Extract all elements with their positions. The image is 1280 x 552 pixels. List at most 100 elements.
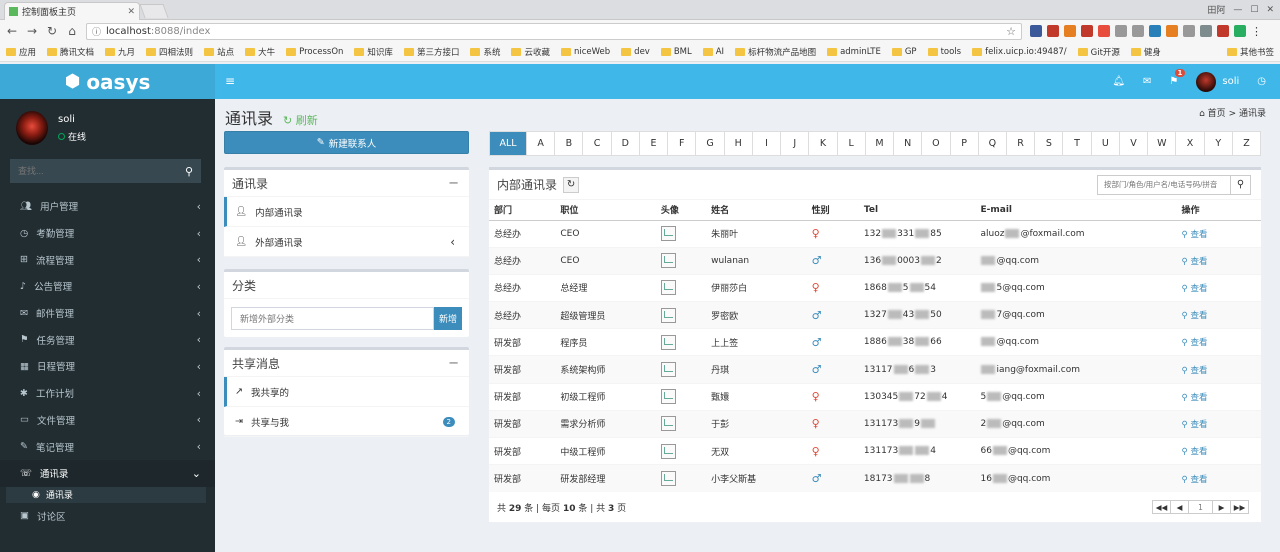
- view-link[interactable]: ⚲ 查看: [1182, 475, 1208, 485]
- letter-filter-y[interactable]: Y: [1205, 132, 1233, 155]
- letter-filter-c[interactable]: C: [583, 132, 612, 155]
- bookmark-item[interactable]: 腾讯文档: [47, 46, 94, 58]
- extension-icon[interactable]: [1132, 25, 1144, 37]
- extension-icon[interactable]: [1064, 25, 1076, 37]
- shared-with-me-item[interactable]: ⇥ 共享与我 2: [224, 407, 469, 437]
- sidebar-item[interactable]: ▦ 日程管理 ‹: [0, 353, 215, 380]
- collapse-icon[interactable]: −: [448, 176, 459, 191]
- letter-filter-n[interactable]: N: [894, 132, 923, 155]
- close-icon[interactable]: ✕: [127, 7, 135, 17]
- sidebar-item[interactable]: ♪ 公告管理 ‹: [0, 273, 215, 300]
- letter-filter-z[interactable]: Z: [1233, 132, 1260, 155]
- minimize-icon[interactable]: —: [1233, 5, 1242, 15]
- sidebar-item[interactable]: 👥︎ 用户管理 ‹: [0, 193, 215, 220]
- menu-icon[interactable]: ⋮: [1251, 25, 1262, 38]
- bookmark-item[interactable]: tools: [927, 47, 961, 57]
- bookmark-item[interactable]: ProcessOn: [286, 47, 343, 57]
- bookmark-item[interactable]: 站点: [204, 46, 234, 58]
- extension-icon[interactable]: [1166, 25, 1178, 37]
- extension-icon[interactable]: [1047, 25, 1059, 37]
- home-icon[interactable]: ⌂: [66, 24, 78, 38]
- letter-filter-q[interactable]: Q: [979, 132, 1007, 155]
- profile-name[interactable]: 田阿: [1207, 3, 1225, 16]
- sidebar-item[interactable]: ✎ 笔记管理 ‹: [0, 433, 215, 460]
- bookmark-item[interactable]: 云收藏: [511, 46, 550, 58]
- external-addrbook-item[interactable]: 👤︎ 外部通讯录 ‹: [224, 227, 469, 257]
- extension-icon[interactable]: [1115, 25, 1127, 37]
- sidebar-search-input[interactable]: [18, 166, 185, 176]
- prev-page-icon[interactable]: ◀: [1170, 500, 1189, 514]
- url-field[interactable]: ⓘ localhost:8088/index ☆: [86, 22, 1022, 40]
- bookmark-item[interactable]: BML: [660, 47, 692, 57]
- envelope-icon[interactable]: ✉: [1143, 76, 1151, 87]
- bookmark-item[interactable]: 知识库: [354, 46, 393, 58]
- maximize-icon[interactable]: ☐: [1250, 5, 1258, 15]
- letter-filter-x[interactable]: X: [1176, 132, 1205, 155]
- flag-icon[interactable]: ⚑ 1: [1169, 69, 1186, 87]
- letter-filter-h[interactable]: H: [725, 132, 753, 155]
- extension-icon[interactable]: [1081, 25, 1093, 37]
- internal-addrbook-item[interactable]: 👤︎ 内部通讯录: [224, 197, 469, 227]
- logo[interactable]: ⬢ oasys: [0, 64, 215, 99]
- letter-filter-m[interactable]: M: [866, 132, 895, 155]
- new-contact-button[interactable]: ✎ 新建联系人: [224, 131, 469, 154]
- add-category-button[interactable]: 新增: [434, 307, 462, 330]
- category-input[interactable]: [231, 307, 434, 330]
- letter-filter-l[interactable]: L: [838, 132, 866, 155]
- view-link[interactable]: ⚲ 查看: [1182, 338, 1208, 348]
- info-icon[interactable]: ⓘ: [92, 25, 101, 38]
- last-page-icon[interactable]: ▶▶: [1230, 500, 1249, 514]
- clock-icon[interactable]: ◷: [1257, 76, 1266, 87]
- back-icon[interactable]: ←: [6, 24, 18, 38]
- letter-filter-v[interactable]: V: [1120, 132, 1149, 155]
- extension-icon[interactable]: [1234, 25, 1246, 37]
- bookmark-item[interactable]: felix.uicp.io:49487/: [972, 47, 1067, 57]
- current-page[interactable]: 1: [1188, 500, 1213, 514]
- forward-icon[interactable]: →: [26, 24, 38, 38]
- sidebar-item[interactable]: ✉ 邮件管理 ‹: [0, 300, 215, 327]
- reload-contacts-button[interactable]: ↻: [563, 176, 580, 193]
- letter-filter-b[interactable]: B: [555, 132, 584, 155]
- letter-filter-a[interactable]: A: [527, 132, 556, 155]
- collapse-icon[interactable]: −: [448, 356, 459, 371]
- bookmark-item[interactable]: AI: [702, 47, 724, 57]
- sidebar-subitem-addrbook[interactable]: ◉ 通讯录: [6, 486, 206, 503]
- letter-filter-all[interactable]: ALL: [490, 132, 527, 155]
- sidebar-item[interactable]: ⊞ 流程管理 ‹: [0, 246, 215, 273]
- bookmark-item[interactable]: 应用: [6, 46, 36, 58]
- letter-filter-o[interactable]: O: [922, 132, 951, 155]
- refresh-link[interactable]: ↻ 刷新: [283, 112, 318, 128]
- letter-filter-u[interactable]: U: [1092, 132, 1120, 155]
- bookmark-item[interactable]: 第三方接口: [403, 46, 459, 58]
- view-link[interactable]: ⚲ 查看: [1182, 311, 1208, 321]
- view-link[interactable]: ⚲ 查看: [1182, 420, 1208, 430]
- letter-filter-p[interactable]: P: [951, 132, 979, 155]
- close-window-icon[interactable]: ✕: [1266, 5, 1274, 15]
- reload-icon[interactable]: ↻: [46, 24, 58, 38]
- my-shares-item[interactable]: ↗ 我共享的: [224, 377, 469, 407]
- bookmark-item[interactable]: 四相法则: [146, 46, 193, 58]
- letter-filter-w[interactable]: W: [1148, 132, 1177, 155]
- bookmark-item[interactable]: 标杆物流产品地图: [735, 46, 816, 58]
- search-icon[interactable]: ⚲: [185, 165, 193, 178]
- view-link[interactable]: ⚲ 查看: [1182, 366, 1208, 376]
- bookmark-item[interactable]: 系统: [470, 46, 500, 58]
- bookmark-item[interactable]: adminLTE: [827, 47, 881, 57]
- user-menu[interactable]: soli: [1196, 71, 1239, 92]
- star-icon[interactable]: ☆: [1006, 25, 1016, 38]
- letter-filter-e[interactable]: E: [640, 132, 669, 155]
- new-tab-button[interactable]: [139, 4, 169, 18]
- view-link[interactable]: ⚲ 查看: [1182, 257, 1208, 267]
- letter-filter-f[interactable]: F: [668, 132, 697, 155]
- other-bookmarks[interactable]: 其他书签: [1226, 46, 1274, 58]
- contacts-search-input[interactable]: [1097, 174, 1231, 195]
- letter-filter-t[interactable]: T: [1063, 132, 1092, 155]
- extension-icon[interactable]: [1030, 25, 1042, 37]
- extension-icon[interactable]: [1200, 25, 1212, 37]
- view-link[interactable]: ⚲ 查看: [1182, 393, 1208, 403]
- breadcrumb-home[interactable]: 首页: [1208, 109, 1226, 119]
- letter-filter-j[interactable]: J: [781, 132, 810, 155]
- bell-icon[interactable]: 🔔︎: [1112, 76, 1125, 87]
- bookmark-item[interactable]: 九月: [105, 46, 135, 58]
- view-link[interactable]: ⚲ 查看: [1182, 230, 1208, 240]
